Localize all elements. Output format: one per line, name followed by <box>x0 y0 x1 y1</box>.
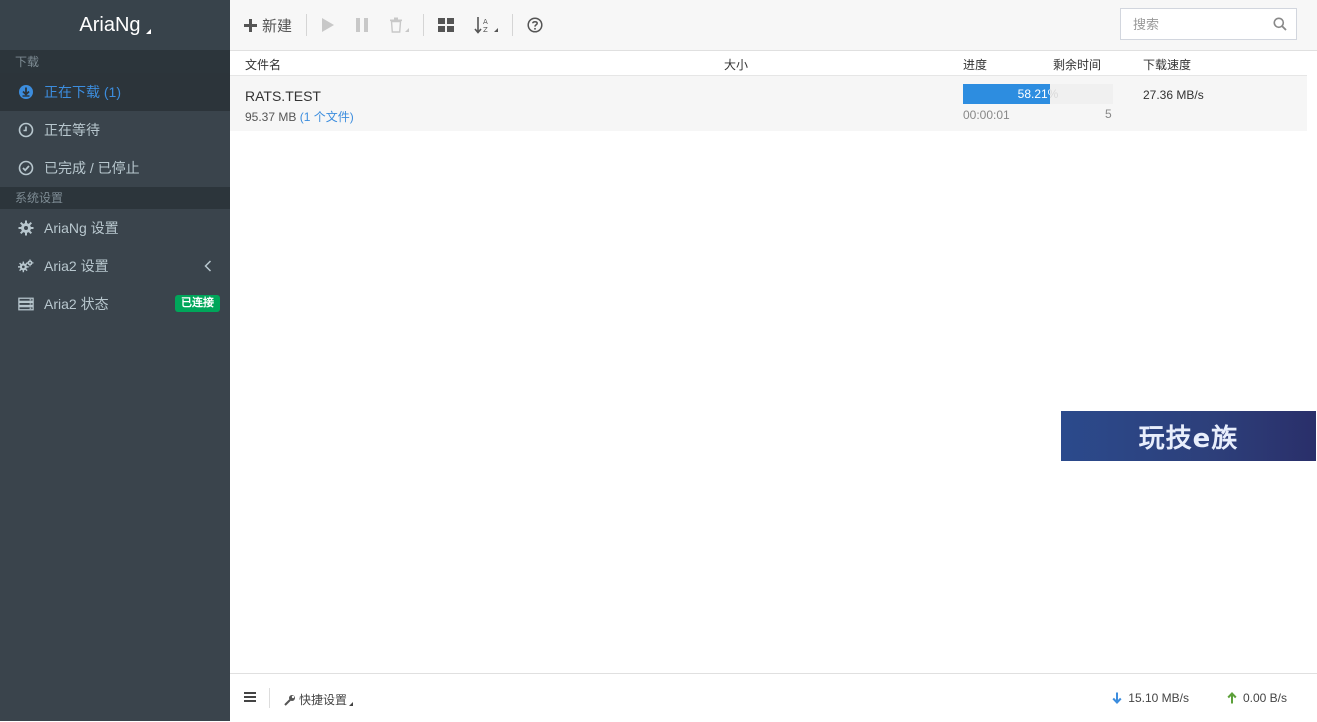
sort-button[interactable]: AZ <box>464 0 508 50</box>
sidebar-item-stopped[interactable]: 已完成 / 已停止 <box>0 149 230 187</box>
progress-text: 58.21% <box>1017 87 1051 101</box>
play-icon <box>322 18 335 32</box>
sidebar-item-label: 已完成 / 已停止 <box>44 160 140 176</box>
app-title: AriaNg <box>79 13 141 36</box>
plus-icon <box>244 18 257 32</box>
caret-icon <box>405 28 410 32</box>
sidebar-item-ariang-settings[interactable]: AriaNg 设置 <box>0 209 230 247</box>
column-header-name[interactable]: 文件名 <box>245 56 281 73</box>
toolbar: 新建 AZ <box>230 0 1317 51</box>
sidebar-item-aria2-status[interactable]: Aria2 状态 已连接 <box>0 285 230 323</box>
pause-icon <box>356 18 369 32</box>
sidebar-item-waiting[interactable]: 正在等待 <box>0 111 230 149</box>
help-button[interactable] <box>517 0 553 50</box>
delete-button[interactable] <box>379 0 419 50</box>
quick-settings-label: 快捷设置 <box>299 693 348 707</box>
gear-icon <box>18 220 34 236</box>
watermark-text: 玩技e族 <box>1138 423 1239 454</box>
footer: 快捷设置 15.10 MB/s 0.00 B/s <box>230 673 1317 722</box>
arrow-up-icon <box>1227 692 1237 704</box>
column-header-progress[interactable]: 进度 <box>963 56 987 73</box>
table-row[interactable]: RATS.TEST 95.37 MB (1 个文件) 58.21% 58.21%… <box>230 76 1307 131</box>
sidebar-item-label: AriaNg 设置 <box>44 220 119 236</box>
caret-icon <box>145 28 151 34</box>
arrow-down-icon <box>1112 692 1122 704</box>
section-header-download: 下载 <box>0 51 230 73</box>
progress-bar: 58.21% 58.21% <box>963 84 1113 104</box>
start-button[interactable] <box>311 0 345 50</box>
column-header-size[interactable]: 大小 <box>724 56 748 73</box>
display-mode-button[interactable] <box>428 0 464 50</box>
column-header-remaining[interactable]: 剩余时间 <box>1053 56 1101 73</box>
question-circle-icon <box>527 17 543 33</box>
task-size: 95.37 MB (1 个文件) <box>245 108 354 125</box>
wrench-icon <box>284 694 295 706</box>
watermark-logo: 玩技e族 <box>1061 411 1316 461</box>
search-input[interactable] <box>1121 9 1275 39</box>
pause-button[interactable] <box>345 0 379 50</box>
sidebar-item-downloading[interactable]: 正在下载 (1) <box>0 73 230 111</box>
quick-settings-button[interactable]: 快捷设置 <box>284 691 354 708</box>
sidebar-item-label: Aria2 状态 <box>44 296 109 312</box>
grid-icon <box>438 18 455 32</box>
search-icon[interactable] <box>1273 17 1287 36</box>
hamburger-menu-icon[interactable] <box>244 691 256 706</box>
search-box <box>1120 8 1297 40</box>
check-circle-icon <box>18 160 34 176</box>
svg-text:A: A <box>483 18 488 26</box>
gears-icon <box>18 258 34 274</box>
upload-speed-value: 0.00 B/s <box>1242 691 1287 705</box>
connected-badge: 已连接 <box>175 295 220 312</box>
task-files-link[interactable]: (1 个文件) <box>300 110 354 124</box>
download-speed-value: 15.10 MB/s <box>1128 691 1189 705</box>
caret-icon <box>349 701 354 706</box>
task-connections: 5 <box>1105 107 1112 121</box>
sort-alpha-icon: AZ <box>474 17 488 34</box>
chevron-left-icon <box>204 259 212 275</box>
task-remaining-time: 00:00:01 <box>963 108 1010 122</box>
svg-text:Z: Z <box>483 26 488 34</box>
task-table-header: 文件名 大小 进度 剩余时间 下载速度 <box>230 51 1307 76</box>
app-logo[interactable]: AriaNg <box>0 0 230 51</box>
sidebar-item-aria2-settings[interactable]: Aria2 设置 <box>0 247 230 285</box>
toolbar-divider <box>423 14 425 36</box>
download-circle-icon <box>18 84 34 100</box>
trash-icon <box>390 17 403 33</box>
column-header-speed[interactable]: 下载速度 <box>1143 56 1191 73</box>
footer-divider <box>269 688 270 708</box>
sidebar: AriaNg 下载 正在下载 (1) 正在等待 已完成 / 已停止 系统设置 A… <box>0 0 230 721</box>
task-name: RATS.TEST <box>245 88 321 104</box>
sidebar-item-label: Aria2 设置 <box>44 258 109 274</box>
toolbar-divider <box>512 14 514 36</box>
server-icon <box>18 296 34 312</box>
progress-text-clip: 58.21% <box>963 84 1051 104</box>
new-task-button[interactable]: 新建 <box>230 0 302 50</box>
sidebar-item-label: 正在下载 (1) <box>44 84 121 100</box>
toolbar-divider <box>306 14 308 36</box>
task-download-speed: 27.36 MB/s <box>1143 88 1204 102</box>
clock-icon <box>18 122 34 138</box>
global-upload-speed: 0.00 B/s <box>1227 691 1287 705</box>
caret-icon <box>494 28 499 32</box>
new-task-label: 新建 <box>262 17 293 35</box>
global-download-speed: 15.10 MB/s <box>1112 691 1189 705</box>
task-size-value: 95.37 MB <box>245 110 297 124</box>
sidebar-item-label: 正在等待 <box>44 122 100 138</box>
section-header-settings: 系统设置 <box>0 187 230 209</box>
